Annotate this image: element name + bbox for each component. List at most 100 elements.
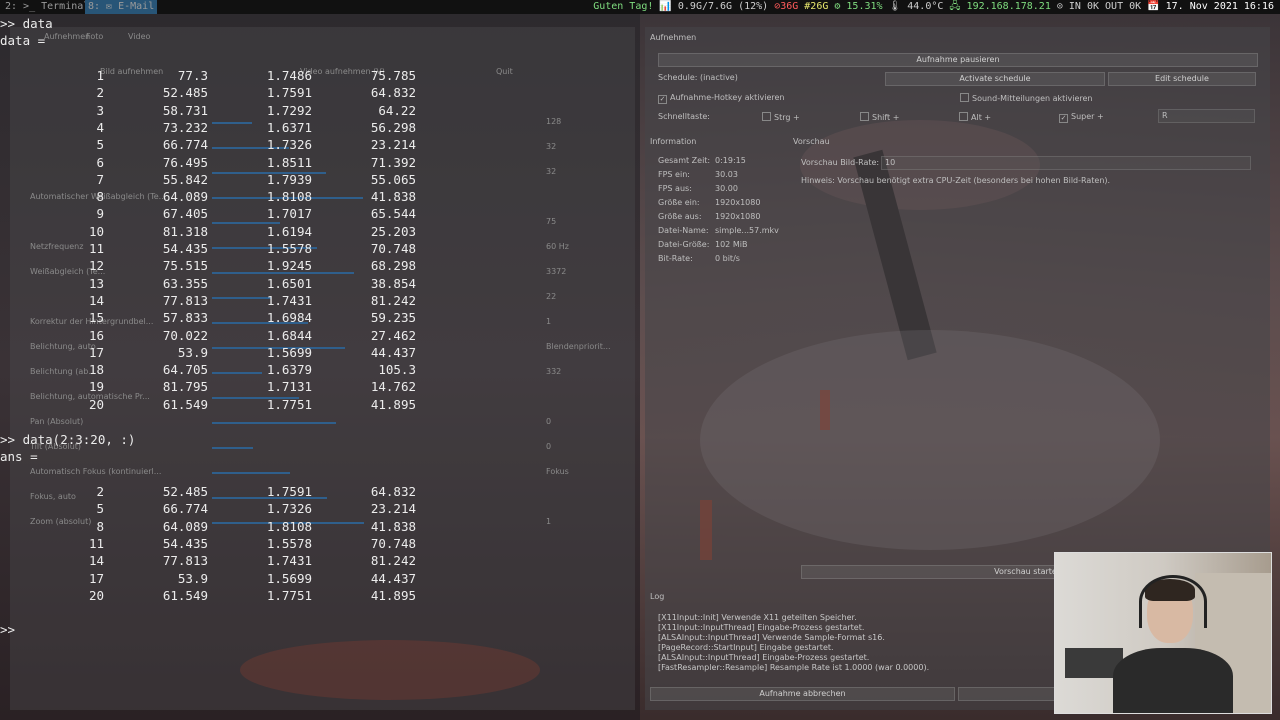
matrix-cell: 70.022 bbox=[162, 327, 208, 343]
output-label: ans = bbox=[0, 449, 38, 464]
matrix-cell: 52.485 bbox=[162, 85, 208, 101]
activate-schedule-button[interactable]: Activate schedule bbox=[885, 72, 1105, 86]
log-line: [ALSAInput::InputThread] Eingabe-Prozess… bbox=[658, 653, 870, 662]
matrix-cell: 1.8108 bbox=[266, 189, 312, 205]
matrix-cell: 81.795 bbox=[162, 379, 208, 395]
matrix-cell: 1.7939 bbox=[266, 171, 312, 187]
row-index: 11 bbox=[88, 241, 104, 256]
checkbox-icon bbox=[960, 93, 969, 102]
checkbox-icon bbox=[959, 112, 968, 121]
row-index: 17 bbox=[88, 344, 104, 360]
output-label: data = bbox=[0, 33, 46, 48]
matrix-cell: 1.8108 bbox=[266, 518, 312, 534]
matrix-cell: 25.203 bbox=[370, 223, 416, 239]
info-value: 1920x1080 bbox=[715, 212, 761, 221]
row-index: 18 bbox=[88, 362, 104, 378]
matrix-cell: 81.318 bbox=[162, 223, 208, 239]
matrix-cell: 64.089 bbox=[162, 518, 208, 534]
matrix-cell: 57.833 bbox=[162, 310, 208, 326]
headset-icon bbox=[1139, 575, 1207, 628]
matrix-cell: 1.5578 bbox=[266, 241, 312, 256]
status-item: ⚙ 15.31% bbox=[834, 1, 883, 12]
matrix-cell: 77.3 bbox=[177, 68, 208, 83]
hotkey-key-select[interactable]: R bbox=[1158, 109, 1255, 123]
super-checkbox[interactable]: ✓ Super + bbox=[1059, 112, 1104, 123]
row-index: 11 bbox=[88, 535, 104, 551]
matrix-cell: 41.838 bbox=[370, 189, 416, 205]
info-key: FPS aus: bbox=[658, 184, 692, 193]
matrix-cell: 41.838 bbox=[370, 518, 416, 534]
ctrl-checkbox[interactable]: Strg + bbox=[762, 112, 800, 122]
edit-schedule-button[interactable]: Edit schedule bbox=[1108, 72, 1256, 86]
row-index: 5 bbox=[96, 137, 104, 153]
preview-rate-spinbox[interactable]: 10 bbox=[881, 156, 1251, 170]
log-line: [PageRecord::StartInput] Eingabe gestart… bbox=[658, 643, 834, 652]
matrix-cell: 1.6844 bbox=[266, 327, 312, 343]
matrix-cell: 71.392 bbox=[370, 154, 416, 170]
status-item: 🌡 44.0°C bbox=[888, 1, 944, 12]
row-index: 3 bbox=[96, 102, 104, 118]
matrix-cell: 58.731 bbox=[162, 102, 208, 118]
matrix-cell: 1.5578 bbox=[266, 535, 312, 551]
log-output: [X11Input::Init] Verwende X11 geteilten … bbox=[658, 613, 929, 673]
row-index: 13 bbox=[88, 275, 104, 291]
status-item: 📊 0.9G/7.6G (12%) bbox=[659, 1, 769, 12]
workspace-email[interactable]: 8: ✉ E-Mail bbox=[85, 0, 158, 14]
terminal-output[interactable]: >> data data = 1 77.3 1.7486 75.785 2 52.485 1… bbox=[0, 14, 636, 714]
hotkey-checkbox[interactable]: ✓ Aufnahme-Hotkey aktivieren bbox=[658, 93, 784, 104]
pause-recording-button[interactable]: Aufnahme pausieren bbox=[658, 53, 1258, 67]
webcam-overlay bbox=[1054, 552, 1272, 714]
matrix-cell: 1.7292 bbox=[266, 102, 312, 118]
sound-checkbox[interactable]: Sound-Mitteilungen aktivieren bbox=[960, 93, 1092, 103]
matrix-cell: 67.405 bbox=[162, 206, 208, 222]
person-body bbox=[1113, 648, 1233, 713]
command-line: >> data(2:3:20, :) bbox=[0, 432, 136, 447]
matrix-cell: 52.485 bbox=[162, 484, 208, 499]
cancel-recording-button[interactable]: Aufnahme abbrechen bbox=[650, 687, 955, 701]
matrix-cell: 77.813 bbox=[162, 292, 208, 308]
matrix-cell: 14.762 bbox=[370, 379, 416, 395]
shift-checkbox[interactable]: Shift + bbox=[860, 112, 899, 122]
matrix-cell: 64.089 bbox=[162, 189, 208, 205]
row-index: 2 bbox=[96, 85, 104, 101]
matrix-cell: 70.748 bbox=[370, 241, 416, 256]
super-label: Super + bbox=[1071, 112, 1104, 121]
matrix-cell: 64.832 bbox=[370, 484, 416, 499]
status-item: Guten Tag! bbox=[593, 1, 654, 12]
command-prompt[interactable]: >> bbox=[0, 621, 15, 638]
matrix-cell: 38.854 bbox=[370, 275, 416, 291]
alt-checkbox[interactable]: Alt + bbox=[959, 112, 991, 122]
info-key: Datei-Größe: bbox=[658, 240, 710, 249]
matrix-cell: 63.355 bbox=[162, 275, 208, 291]
matrix-cell: 77.813 bbox=[162, 553, 208, 569]
checkbox-checked-icon: ✓ bbox=[1059, 114, 1068, 123]
matrix-cell: 1.6984 bbox=[266, 310, 312, 326]
matrix-cell: 75.515 bbox=[162, 258, 208, 274]
row-index: 1 bbox=[96, 68, 104, 83]
preview-section-title: Vorschau bbox=[793, 137, 830, 146]
matrix-cell: 1.7431 bbox=[266, 553, 312, 569]
log-line: [X11Input::InputThread] Eingabe-Prozess … bbox=[658, 623, 865, 632]
info-key: Größe ein: bbox=[658, 198, 700, 207]
workspace-terminal[interactable]: 2: >_ Terminal bbox=[2, 0, 92, 14]
log-section-title: Log bbox=[650, 592, 665, 601]
info-value: 1920x1080 bbox=[715, 198, 761, 207]
matrix-cell: 70.748 bbox=[370, 535, 416, 551]
matrix-cell: 1.7326 bbox=[266, 501, 312, 517]
row-index: 10 bbox=[88, 223, 104, 239]
preview-hint: Hinweis: Vorschau benötigt extra CPU-Zei… bbox=[801, 176, 1111, 185]
log-line: [FastResampler::Resample] Resample Rate … bbox=[658, 663, 930, 672]
matrix-cell: 1.6194 bbox=[266, 223, 312, 239]
sound-label: Sound-Mitteilungen aktivieren bbox=[972, 94, 1093, 103]
matrix-cell: 44.437 bbox=[370, 344, 416, 360]
matrix-cell: 65.544 bbox=[370, 206, 416, 222]
matrix-cell: 66.774 bbox=[162, 137, 208, 153]
matrix-cell: 61.549 bbox=[162, 396, 208, 412]
matrix-cell: 1.6379 bbox=[266, 362, 312, 378]
info-key: FPS ein: bbox=[658, 170, 690, 179]
matrix-cell: 1.7751 bbox=[266, 396, 312, 412]
info-section-title: Information bbox=[650, 137, 697, 146]
row-index: 9 bbox=[96, 206, 104, 222]
info-key: Datei-Name: bbox=[658, 226, 709, 235]
row-index: 12 bbox=[88, 258, 104, 274]
